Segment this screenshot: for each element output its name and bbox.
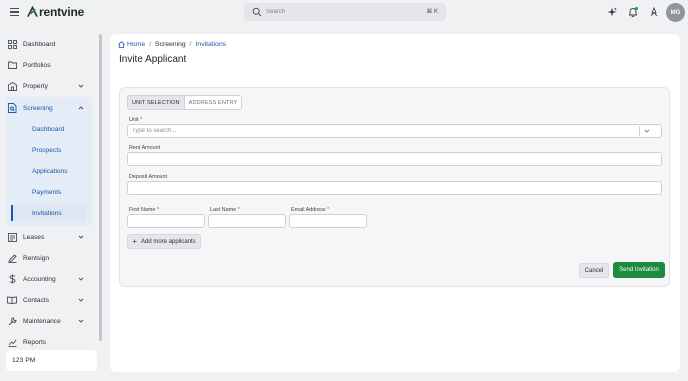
invite-form-card: UNIT SELECTION ADDRESS ENTRY Unit * Rent… [119,87,670,287]
user-icon[interactable] [648,6,660,18]
grid-icon [7,39,17,49]
last-name-label: Last Name * [210,207,240,213]
pen-icon [7,253,17,263]
sidebar-item-portfolios[interactable]: Portfolios [2,57,90,73]
brand-name: rentvine [39,5,85,19]
building-icon [7,81,17,91]
tab-address-entry[interactable]: ADDRESS ENTRY [185,96,242,109]
add-more-label: Add more applicants [140,238,196,245]
sidebar-item-accounting[interactable]: Accounting [2,271,90,287]
sidebar-item-contacts[interactable]: Contacts [2,292,90,308]
sidebar-item-label: Accounting [23,275,56,283]
breadcrumb-home[interactable]: Home [127,41,145,48]
sidebar-item-label: Rentsign [23,254,50,262]
sidebar-subitem-applications[interactable]: Applications [11,163,86,179]
deposit-amount-label: Deposit Amount [129,174,168,180]
breadcrumb-separator: / [189,41,192,48]
breadcrumb: Home / Screening / Invitations [118,41,226,48]
folder-icon [7,60,17,70]
home-icon[interactable] [118,41,125,48]
sidebar-item-label: Portfolios [23,61,51,69]
chart-icon [7,337,17,347]
chevron-down-icon [78,235,84,239]
plus-icon: + [132,236,137,246]
top-bar: rentvine ⌘ K MG [0,0,688,26]
sidebar-item-maintenance[interactable]: Maintenance [2,313,90,329]
main-panel: Home / Screening / Invitations Invite Ap… [110,34,680,372]
sidebar-item-label: Screening [23,104,53,112]
sidebar-item-rentsign[interactable]: Rentsign [2,250,90,266]
chevron-down-icon [78,277,84,281]
sidebar-subitem-invitations[interactable]: Invitations [11,205,86,221]
breadcrumb-separator: / [149,41,152,48]
rent-amount-label: Rent Amount [129,145,161,151]
email-label: Email Address * [291,207,330,213]
avatar[interactable]: MG [666,3,685,22]
page-title: Invite Applicant [119,54,187,65]
sidebar-item-property[interactable]: Property [2,78,90,94]
notification-dot [635,7,638,10]
wrench-icon [7,316,17,326]
bell-icon[interactable] [627,6,639,18]
search-icon [252,7,262,17]
breadcrumb-current[interactable]: Invitations [196,41,227,48]
entry-mode-toggle: UNIT SELECTION ADDRESS ENTRY [127,95,243,110]
document-search-icon [7,103,17,113]
first-name-field[interactable] [127,214,205,228]
sidebar-scrollbar[interactable] [99,34,102,341]
sidebar-subitem-payments[interactable]: Payments [11,184,86,200]
sidebar-subitem-dashboard[interactable]: Dashboard [11,121,86,137]
deposit-amount-field[interactable] [127,181,662,195]
chevron-down-icon [78,298,84,302]
sparkle-icon[interactable] [606,6,618,18]
chevron-down-icon[interactable] [644,128,650,134]
unit-select[interactable] [127,124,662,138]
unit-label: Unit * [129,117,143,123]
sidebar-item-screening[interactable]: Screening [2,100,90,116]
sidebar-item-label: Property [23,82,48,90]
add-more-applicants-button[interactable]: + Add more applicants [127,234,201,249]
chevron-down-icon [78,319,84,323]
contacts-icon [7,295,17,305]
sidebar-item-label: Contacts [23,296,50,304]
dollar-icon [7,274,17,284]
select-divider [639,126,640,136]
sidebar-subitem-prospects[interactable]: Prospects [11,142,86,158]
chevron-up-icon [78,106,84,110]
clock-widget: 123 PM [6,350,97,371]
email-field[interactable] [289,214,367,228]
rentvine-logo-icon [27,6,38,17]
send-invitation-button[interactable]: Send Invitation [613,262,665,278]
breadcrumb-screening[interactable]: Screening [155,41,186,48]
sidebar-item-dashboard[interactable]: Dashboard [2,36,90,52]
lease-icon [7,232,17,242]
sidebar-item-label: Leases [23,233,45,241]
last-name-field[interactable] [208,214,286,228]
menu-icon[interactable] [10,8,19,16]
sidebar-item-leases[interactable]: Leases [2,229,90,245]
chevron-down-icon [78,84,84,88]
first-name-label: First Name * [129,207,159,213]
rent-amount-field[interactable] [127,152,662,166]
search-input[interactable] [266,6,406,18]
search-bar[interactable]: ⌘ K [244,3,446,21]
cancel-button[interactable]: Cancel [579,263,609,278]
brand-logo[interactable]: rentvine [27,5,84,19]
tab-unit-selection[interactable]: UNIT SELECTION [128,96,185,109]
sidebar-item-label: Maintenance [23,317,61,325]
sidebar-item-reports[interactable]: Reports [2,334,90,350]
search-shortcut: ⌘ K [426,9,438,15]
sidebar-item-label: Reports [23,338,47,346]
sidebar-item-label: Dashboard [23,40,56,48]
